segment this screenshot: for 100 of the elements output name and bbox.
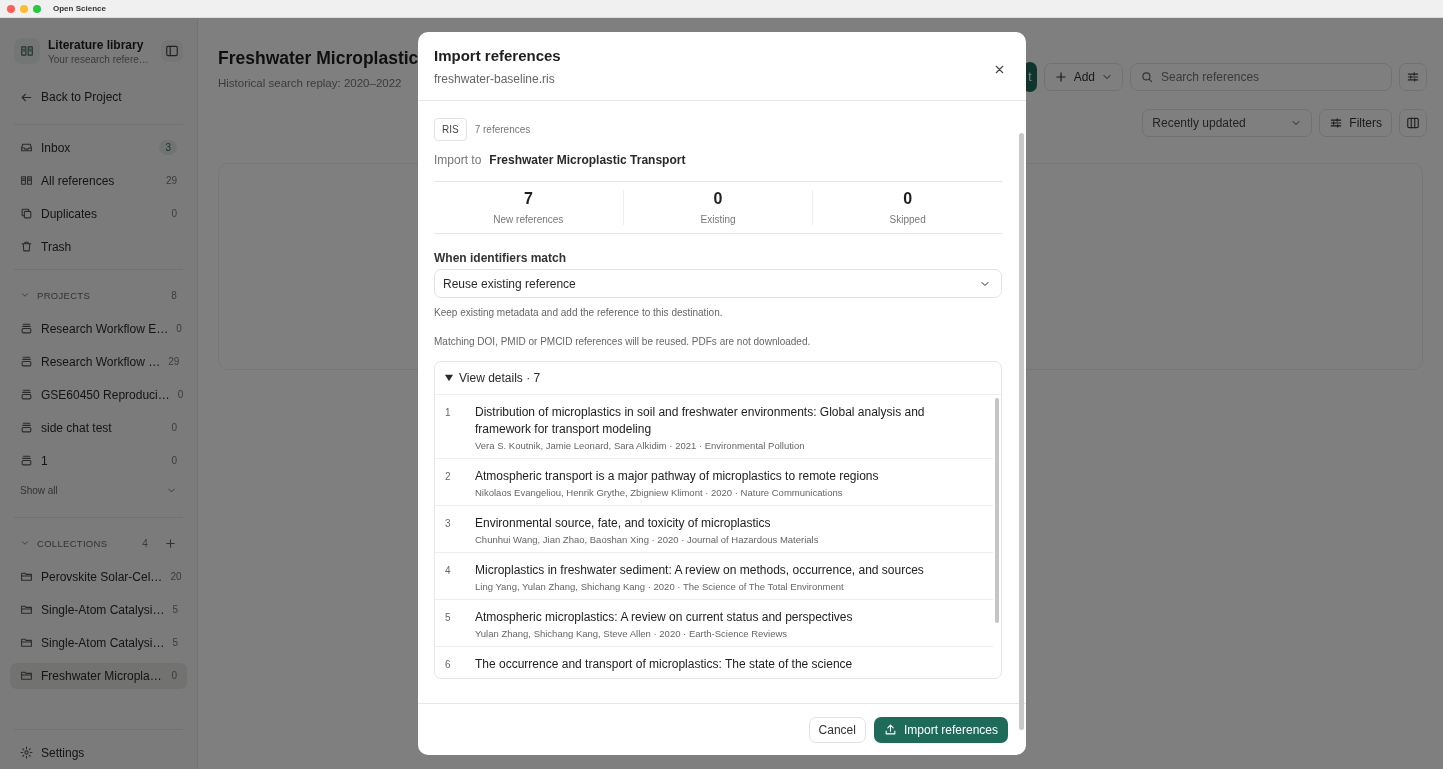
- back-link[interactable]: Back to Project: [10, 84, 187, 110]
- triangle-icon: [445, 374, 453, 382]
- sidebar-item[interactable]: Trash: [10, 233, 187, 260]
- item-count: 0: [171, 208, 177, 219]
- row-number: 5: [445, 611, 452, 625]
- file-name: freshwater-baseline.ris: [434, 72, 556, 86]
- stat-value: 0: [902, 190, 914, 208]
- match-dropdown[interactable]: Reuse existing reference: [434, 269, 1002, 298]
- search-field[interactable]: Search references: [1130, 63, 1392, 91]
- import-to-label: Import to: [434, 153, 482, 167]
- reference-title: The occurrence and transport of microplastics: The state of the science: [475, 656, 853, 673]
- item-count: 5: [172, 637, 178, 648]
- sidebar-item[interactable]: GSE60450 Reproduci… 0: [10, 381, 187, 408]
- sidebar-item[interactable]: All references 29: [10, 167, 187, 194]
- reference-meta: Yulan Zhang, Shichang Kang, Steve Allen · 2020 · Earth-Science Reviews: [475, 628, 789, 639]
- stat-value: 7: [522, 190, 534, 208]
- field-label: When identifiers match: [434, 251, 568, 265]
- zoom-window-button[interactable]: [33, 4, 41, 13]
- item-count: 0: [171, 422, 177, 433]
- library-subtitle: Your research refere…: [48, 53, 150, 65]
- reference-title: Microplastics in freshwater sediment: A review on methods, occurrence, and sources: [475, 562, 924, 579]
- sidebar-item[interactable]: 1 0: [10, 447, 187, 474]
- section-count: 4: [142, 537, 148, 549]
- sidebar-item[interactable]: Inbox 3: [10, 134, 187, 161]
- view-options-button[interactable]: [1399, 63, 1427, 91]
- details-toggle[interactable]: View details · 7: [435, 362, 1001, 395]
- folder-icon: [20, 570, 33, 583]
- destination-name: Freshwater Microplastic Transport: [489, 153, 686, 167]
- row-number: 2: [445, 470, 452, 484]
- reference-count: 7 references: [474, 124, 531, 135]
- page-subtitle: Historical search replay: 2020–2022: [218, 77, 403, 89]
- import-button[interactable]: Import references: [873, 716, 1008, 743]
- add-button[interactable]: Add: [1043, 63, 1123, 91]
- library-title: Literature library: [48, 37, 145, 52]
- page-title: Freshwater Microplastic: [218, 48, 419, 69]
- row-number: 3: [445, 517, 452, 531]
- reference-title: Atmospheric microplastics: A review on current status and perspectives: [475, 609, 853, 626]
- close-window-button[interactable]: [7, 4, 15, 13]
- cancel-button[interactable]: Cancel: [808, 716, 866, 743]
- reference-title: Distribution of microplastics in soil and freshwater environments: Global analysis and framework for transport modeling: [475, 404, 926, 438]
- reference-meta: Vera S. Koutnik, Jamie Leonard, Sara Alkidim · 2021 · Environmental Pollution: [475, 440, 806, 451]
- panel-icon: [165, 44, 179, 58]
- sliders-icon: [1406, 70, 1420, 84]
- item-count: 0: [177, 389, 184, 400]
- window-title: Open Science: [53, 4, 106, 13]
- count-badge: 3: [159, 140, 177, 155]
- sidebar-item[interactable]: Single-Atom Catalysi… 5: [10, 629, 187, 656]
- sliders-icon: [1329, 116, 1344, 130]
- format-tag: RIS: [434, 118, 467, 141]
- settings-link[interactable]: Settings: [10, 739, 187, 766]
- stat-label: Skipped: [888, 214, 927, 225]
- trash-icon: [20, 240, 33, 253]
- show-all-button[interactable]: Show all: [10, 479, 187, 501]
- sidebar-item[interactable]: Single-Atom Catalysi… 5: [10, 596, 187, 623]
- reference-title: Environmental source, fate, and toxicity of microplastics: [475, 515, 772, 532]
- stat-label: New references: [492, 214, 565, 225]
- section-header[interactable]: PROJECTS: [20, 289, 172, 301]
- item-count: 29: [165, 175, 177, 186]
- dialog-title: Import references: [434, 47, 561, 64]
- chevron-icon: [20, 538, 30, 548]
- stack-icon: [20, 388, 33, 401]
- info-text: Matching DOI, PMID or PMCID references will be reused. PDFs are not downloaded.: [434, 336, 812, 347]
- stack-icon: [20, 421, 33, 434]
- row-number: 1: [445, 406, 452, 420]
- row-number: 4: [445, 564, 452, 578]
- sidebar-item[interactable]: Perovskite Solar-Cel… 20: [10, 563, 187, 590]
- sidebar-toggle-button[interactable]: [161, 40, 183, 62]
- stack-icon: [20, 454, 33, 467]
- stat-label: Existing: [699, 214, 737, 225]
- reference-title: Atmospheric transport is a major pathway of microplastics to remote regions: [475, 468, 879, 485]
- plus-icon: [164, 536, 177, 550]
- add-collection-button[interactable]: [164, 536, 177, 550]
- item-count: 5: [172, 604, 178, 615]
- inbox-icon: [20, 141, 33, 154]
- reference-meta: Ling Yang, Yulan Zhang, Shichang Kang · 2020 · The Science of The Total Environment: [475, 581, 845, 592]
- stack-icon: [20, 322, 33, 335]
- help-text: Keep existing metadata and add the reference to this destination.: [434, 307, 724, 318]
- folder-icon: [20, 603, 33, 616]
- item-count: 0: [171, 455, 177, 466]
- sort-dropdown[interactable]: Recently updated: [1142, 109, 1313, 137]
- sidebar-item[interactable]: Research Workflow … 29: [10, 348, 187, 375]
- filters-button[interactable]: Filters: [1319, 109, 1392, 137]
- book-icon: [20, 174, 33, 187]
- reference-meta: Nikolaos Evangeliou, Henrik Grythe, Zbigniew Klimont · 2020 · Nature Communications: [475, 487, 844, 498]
- item-count: 20: [170, 571, 182, 582]
- book-icon: [20, 44, 34, 58]
- sidebar-item[interactable]: side chat test 0: [10, 414, 187, 441]
- stack-icon: [20, 355, 33, 368]
- settings-icon: [20, 746, 33, 759]
- item-count: 29: [168, 356, 180, 367]
- columns-button[interactable]: [1399, 109, 1427, 137]
- section-header[interactable]: COLLECTIONS: [20, 537, 143, 549]
- columns-icon: [1406, 116, 1420, 130]
- folder-icon: [20, 669, 33, 682]
- sidebar-item[interactable]: Duplicates 0: [10, 200, 187, 227]
- plus-icon: [1053, 70, 1068, 84]
- upload-icon: [883, 723, 897, 736]
- row-number: 6: [445, 658, 452, 672]
- chevron-icon: [20, 290, 30, 300]
- folder-icon: [20, 636, 33, 649]
